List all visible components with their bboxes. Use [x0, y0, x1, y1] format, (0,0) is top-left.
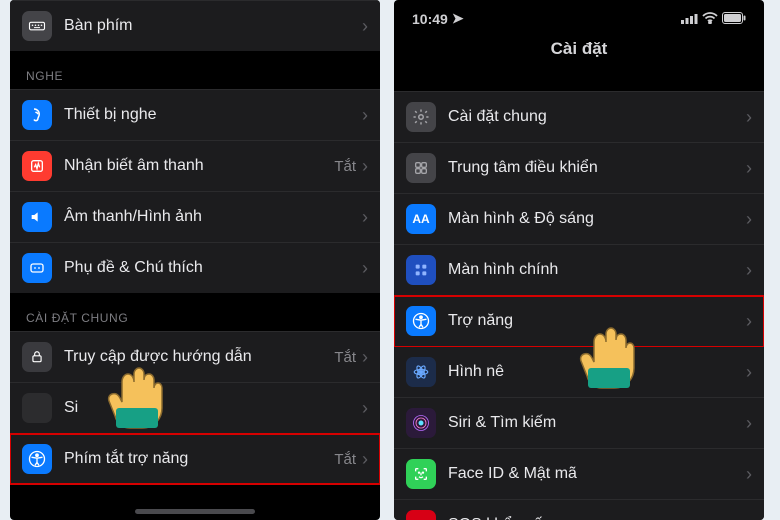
chevron-icon: › [746, 260, 752, 281]
chevron-icon: › [746, 413, 752, 434]
page-title: Cài đặt [394, 31, 764, 73]
wallpaper-label: Hình nê [448, 363, 746, 381]
row-audio-visual[interactable]: Âm thanh/Hình ảnh › [10, 192, 380, 243]
subtitle-label: Phụ đề & Chú thích [64, 259, 362, 277]
chevron-icon: › [746, 209, 752, 230]
status-bar: 10:49 ➤ [394, 0, 764, 31]
general-label: Cài đặt chung [448, 108, 746, 126]
si-label: Si [64, 399, 362, 417]
sos-icon: SOS [406, 510, 436, 520]
sound-recognition-icon [22, 151, 52, 181]
gear-icon [406, 102, 436, 132]
row-accessibility[interactable]: Trợ năng › [394, 296, 764, 347]
location-icon: ➤ [452, 10, 464, 27]
row-display[interactable]: AA Màn hình & Độ sáng › [394, 194, 764, 245]
subtitle-icon [22, 253, 52, 283]
signal-icon [681, 11, 698, 27]
row-wallpaper[interactable]: Hình nê › [394, 347, 764, 398]
wifi-icon [702, 11, 718, 27]
sound-recognition-label: Nhận biết âm thanh [64, 157, 334, 175]
shortcut-value: Tắt [334, 451, 356, 468]
row-hearing-devices[interactable]: Thiết bị nghe › [10, 89, 380, 141]
row-keyboard[interactable]: Bàn phím › [10, 0, 380, 51]
speaker-icon [22, 202, 52, 232]
home-indicator[interactable] [135, 509, 255, 514]
chevron-icon: › [746, 515, 752, 520]
keyboard-label: Bàn phím [64, 17, 362, 35]
section-header-general: CÀI ĐẶT CHUNG [10, 293, 380, 331]
siri-label: Siri & Tìm kiếm [448, 414, 746, 432]
accessibility-label: Trợ năng [448, 312, 746, 330]
row-siri[interactable]: Siri & Tìm kiếm › [394, 398, 764, 449]
lock-icon [22, 342, 52, 372]
faceid-label: Face ID & Mật mã [448, 465, 746, 483]
chevron-icon: › [362, 156, 368, 177]
section-header-hearing: NGHE [10, 51, 380, 89]
siri-icon [406, 408, 436, 438]
keyboard-icon [22, 11, 52, 41]
control-center-icon [406, 153, 436, 183]
audio-visual-label: Âm thanh/Hình ảnh [64, 208, 362, 226]
wallpaper-icon [406, 357, 436, 387]
chevron-icon: › [746, 311, 752, 332]
row-sos[interactable]: SOS SOS khẩn cấp › [394, 500, 764, 520]
home-screen-icon [406, 255, 436, 285]
chevron-icon: › [362, 347, 368, 368]
status-time: 10:49 [412, 11, 448, 27]
chevron-icon: › [746, 158, 752, 179]
text-size-icon: AA [406, 204, 436, 234]
accessibility-icon [406, 306, 436, 336]
row-si-truncated[interactable]: Si › [10, 383, 380, 434]
chevron-icon: › [746, 107, 752, 128]
shortcut-label: Phím tắt trợ năng [64, 450, 334, 468]
display-label: Màn hình & Độ sáng [448, 210, 746, 228]
row-sound-recognition[interactable]: Nhận biết âm thanh Tắt › [10, 141, 380, 192]
phone-right-settings: 10:49 ➤ Cài đặt Cài đặt chung › [394, 0, 764, 520]
chevron-icon: › [746, 464, 752, 485]
chevron-icon: › [362, 258, 368, 279]
faceid-icon [406, 459, 436, 489]
chevron-icon: › [362, 449, 368, 470]
phone-left-accessibility: Bàn phím › NGHE Thiết bị nghe › Nhận biế… [10, 0, 380, 520]
home-label: Màn hình chính [448, 261, 746, 279]
sos-label: SOS khẩn cấp [448, 516, 746, 520]
row-general[interactable]: Cài đặt chung › [394, 91, 764, 143]
chevron-icon: › [362, 105, 368, 126]
hearing-label: Thiết bị nghe [64, 106, 362, 124]
chevron-icon: › [746, 362, 752, 383]
guided-value: Tắt [334, 349, 356, 366]
row-guided-access[interactable]: Truy cập được hướng dẫn Tắt › [10, 331, 380, 383]
control-label: Trung tâm điều khiển [448, 159, 746, 177]
chevron-icon: › [362, 207, 368, 228]
row-home-screen[interactable]: Màn hình chính › [394, 245, 764, 296]
battery-icon [722, 11, 746, 27]
accessibility-icon [22, 444, 52, 474]
guided-label: Truy cập được hướng dẫn [64, 348, 334, 366]
chevron-icon: › [362, 16, 368, 37]
chevron-icon: › [362, 398, 368, 419]
row-faceid[interactable]: Face ID & Mật mã › [394, 449, 764, 500]
row-subtitle[interactable]: Phụ đề & Chú thích › [10, 243, 380, 293]
blank-icon [22, 393, 52, 423]
row-control-center[interactable]: Trung tâm điều khiển › [394, 143, 764, 194]
ear-icon [22, 100, 52, 130]
sound-recognition-value: Tắt [334, 158, 356, 175]
row-accessibility-shortcut[interactable]: Phím tắt trợ năng Tắt › [10, 434, 380, 484]
